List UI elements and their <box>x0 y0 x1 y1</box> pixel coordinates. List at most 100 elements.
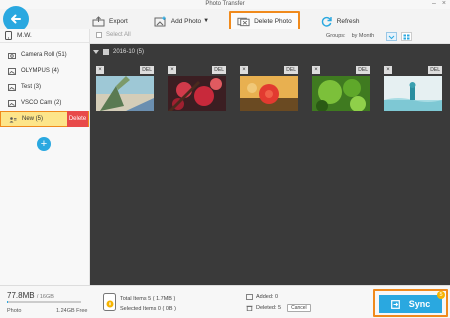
added-count: Added: 0 <box>256 294 279 300</box>
select-all-checkbox[interactable] <box>96 32 102 38</box>
trash-icon <box>246 305 253 311</box>
photo-image <box>240 76 298 111</box>
grid-icon <box>403 34 410 39</box>
grid-view-button[interactable] <box>401 32 412 41</box>
select-all-label: Select All <box>106 32 131 38</box>
sidebar-item-olympus[interactable]: OLYMPUS (4) <box>0 63 89 79</box>
sidebar-item-test[interactable]: Test (3) <box>0 79 89 95</box>
storage-free: 1.24GB Free <box>56 308 88 314</box>
photo-delete-button[interactable]: DEL <box>284 66 298 74</box>
photo-thumbnail[interactable]: × DEL <box>96 66 154 111</box>
add-photo-label: Add Photo <box>170 17 202 25</box>
album-icon <box>8 67 16 75</box>
sidebar-item-label: New (5) <box>22 116 44 122</box>
added-status: Added: 0 <box>246 294 278 300</box>
close-icon[interactable]: × <box>168 66 176 74</box>
sync-icon <box>390 299 400 309</box>
photo-thumbnail[interactable]: × DEL <box>168 66 226 111</box>
photo-delete-button[interactable]: DEL <box>356 66 370 74</box>
photo-image <box>96 76 154 111</box>
sync-highlight: Sync 5 <box>373 289 448 317</box>
photo-delete-button[interactable]: DEL <box>212 66 226 74</box>
add-album-button[interactable]: + <box>37 137 51 151</box>
select-all[interactable]: Select All <box>96 32 131 38</box>
chevron-down-icon <box>388 35 395 39</box>
groups-select[interactable]: by Month <box>352 33 375 39</box>
cancel-button[interactable]: Cancel <box>287 304 311 312</box>
plus-icon: + <box>40 137 48 150</box>
photo-thumbnail[interactable]: × DEL <box>312 66 370 111</box>
group-checkbox[interactable] <box>103 49 109 55</box>
group-label: 2016-10 (5) <box>113 49 145 55</box>
close-icon[interactable]: × <box>384 66 392 74</box>
delete-photo-label: Delete Photo <box>254 17 292 25</box>
storage-label: Photo <box>7 308 22 314</box>
window-controls: – × <box>432 0 446 7</box>
minimize-icon[interactable]: – <box>432 0 436 7</box>
close-icon[interactable]: × <box>240 66 248 74</box>
refresh-label: Refresh <box>336 17 360 25</box>
storage-total: / 16GB <box>36 294 54 300</box>
sidebar-item-label: Test (3) <box>21 84 42 90</box>
close-icon[interactable]: × <box>96 66 104 74</box>
add-photo-icon <box>154 16 166 26</box>
groups-label: Groups: <box>326 33 346 39</box>
photo-delete-button[interactable]: DEL <box>140 66 154 74</box>
device-name: M.W. <box>17 32 32 39</box>
photo-image <box>384 76 442 111</box>
album-icon <box>8 83 16 91</box>
photo-image <box>168 76 226 111</box>
sidebar-item-label: VSCO Cam (2) <box>21 100 62 106</box>
sidebar: M.W. Camera Roll (51) OLYMPUS (4) Test (… <box>0 29 90 285</box>
sync-count-badge: 5 <box>437 291 445 299</box>
camera-icon <box>8 52 16 59</box>
close-icon[interactable]: × <box>442 0 446 7</box>
refresh-button[interactable]: Refresh <box>314 11 366 31</box>
chevron-down-icon: ▼ <box>203 18 210 24</box>
storage-used: 77.8MB <box>7 291 35 300</box>
total-items: Total Items 5 ( 1.7MB ) <box>120 296 176 302</box>
sidebar-item-new[interactable]: New (5) Delete <box>0 111 89 127</box>
photo-thumbnail[interactable]: × DEL <box>240 66 298 111</box>
window-title: Photo Transfer <box>205 1 245 7</box>
sidebar-item-camera-roll[interactable]: Camera Roll (51) <box>0 47 89 63</box>
export-button[interactable]: Export <box>86 11 134 31</box>
selected-items: Selected Items 0 ( 0B ) <box>120 306 176 312</box>
deleted-status: Deleted: 5 Cancel <box>246 304 311 312</box>
album-list: Camera Roll (51) OLYMPUS (4) Test (3) VS… <box>0 47 89 127</box>
people-album-icon <box>9 116 17 122</box>
photo-delete-button[interactable]: DEL <box>428 66 442 74</box>
sidebar-item-label: OLYMPUS (4) <box>21 68 59 74</box>
storage-bar <box>7 301 81 303</box>
refresh-icon <box>321 16 332 27</box>
title-bar: Photo Transfer – × <box>0 0 450 9</box>
sidebar-item-vsco-cam[interactable]: VSCO Cam (2) <box>0 95 89 111</box>
export-icon <box>92 15 105 26</box>
expand-triangle-icon[interactable] <box>93 50 99 54</box>
sidebar-item-label: Camera Roll (51) <box>21 52 67 58</box>
photo-gallery: 2016-10 (5) × DEL × DEL × DEL × DEL × DE… <box>90 44 450 285</box>
delete-album-button[interactable]: Delete <box>67 111 88 127</box>
phone-icon <box>5 31 12 40</box>
delete-photo-icon <box>237 17 250 26</box>
groups-control: Groups: by Month <box>326 33 374 39</box>
deleted-count: Deleted: 5 <box>256 305 282 311</box>
device-row[interactable]: M.W. <box>0 29 89 43</box>
storage-bar-fill <box>7 301 9 303</box>
photo-icon <box>246 294 253 300</box>
photo-thumbnail[interactable]: × DEL <box>384 66 442 111</box>
photo-image <box>312 76 370 111</box>
export-label: Export <box>109 17 128 25</box>
transfer-info: Total Items 5 ( 1.7MB ) Selected Items 0… <box>120 294 176 314</box>
sync-label: Sync <box>408 299 431 309</box>
collapse-view-button[interactable] <box>386 32 397 41</box>
album-icon <box>8 99 16 107</box>
group-header[interactable]: 2016-10 (5) <box>93 49 144 55</box>
add-photo-button[interactable]: Add Photo ▼ <box>148 11 215 31</box>
phone-info-icon <box>103 293 116 311</box>
arrow-left-icon <box>11 14 21 24</box>
gallery-subbar: Select All Groups: by Month <box>90 29 450 44</box>
sync-button[interactable]: Sync <box>379 295 442 313</box>
delete-photo-button[interactable]: Delete Photo <box>229 11 300 31</box>
close-icon[interactable]: × <box>312 66 320 74</box>
